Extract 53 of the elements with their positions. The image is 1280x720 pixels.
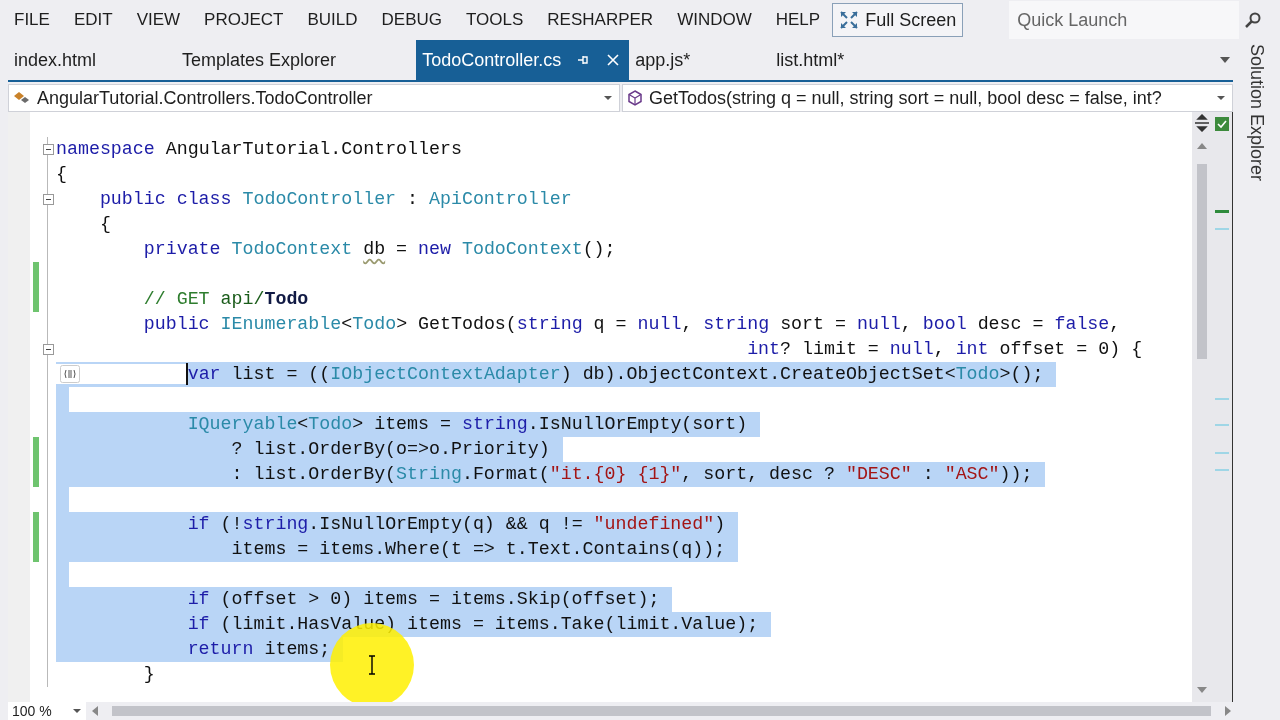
code-line: }: [142, 663, 155, 686]
class-icon: [13, 90, 31, 106]
menu-item[interactable]: TOOLS: [466, 10, 524, 30]
code-line: private TodoContext db = new TodoContext();: [142, 238, 616, 261]
code-line: public IEnumerable<Todo> GetTodos(string q = null, string sort = null, bool desc = false,: [142, 313, 1121, 336]
code-line: {: [56, 163, 67, 186]
scrollbar-thumb[interactable]: [112, 706, 1211, 716]
document-tab[interactable]: TodoController.cs: [416, 40, 630, 80]
menu-item[interactable]: PROJECT: [204, 10, 284, 30]
document-tab[interactable]: index.html: [8, 40, 177, 80]
pin-icon[interactable]: [577, 54, 590, 66]
menu-item[interactable]: WINDOW: [677, 10, 752, 30]
dropdown-arrow-icon[interactable]: [72, 708, 82, 714]
quick-action-icon[interactable]: [60, 365, 80, 383]
split-icon[interactable]: [1193, 114, 1211, 132]
menu-item[interactable]: BUILD: [307, 10, 358, 30]
document-tab[interactable]: Templates Explorer: [176, 40, 417, 80]
quick-launch-field[interactable]: Quick Launch: [1009, 1, 1240, 39]
check-icon: [1215, 117, 1229, 131]
tab-list-dropdown-icon[interactable]: [1219, 56, 1231, 64]
scroll-left-icon[interactable]: [90, 705, 100, 717]
collapse-icon[interactable]: [42, 344, 54, 355]
ibeam-cursor-icon: [368, 655, 376, 675]
menu-item[interactable]: FILE: [14, 10, 50, 30]
zoom-dropdown[interactable]: 100 %: [8, 702, 86, 720]
scroll-up-icon[interactable]: [1196, 142, 1208, 150]
full-screen-icon: [839, 10, 860, 30]
code-line: int? limit = null, int offset = 0) {: [746, 338, 1143, 361]
scroll-down-icon[interactable]: [1196, 686, 1208, 694]
code-line: public class TodoController : ApiController: [98, 188, 572, 211]
dropdown-arrow-icon[interactable]: [603, 95, 613, 101]
collapse-icon[interactable]: [42, 194, 54, 205]
code-line: // GET api/Todo: [142, 288, 309, 311]
document-tab[interactable]: app.js*: [629, 40, 771, 80]
scroll-right-icon[interactable]: [1223, 705, 1233, 717]
menu-item[interactable]: RESHARPER: [547, 10, 654, 30]
document-tab[interactable]: list.html*: [770, 40, 925, 80]
type-dropdown[interactable]: AngularTutorial.Controllers.TodoController: [8, 84, 620, 112]
code-line: namespace AngularTutorial.Controllers: [56, 138, 462, 161]
full-screen-button[interactable]: Full Screen: [832, 3, 964, 37]
panel-tab[interactable]: Solution Explorer: [1246, 44, 1267, 182]
menu-item[interactable]: VIEW: [136, 10, 181, 30]
scrollbar-thumb[interactable]: [1197, 164, 1207, 359]
code-line: {: [98, 213, 111, 236]
menu-item[interactable]: EDIT: [73, 10, 113, 30]
close-icon[interactable]: [607, 54, 620, 66]
search-icon[interactable]: [1245, 12, 1262, 28]
menu-item[interactable]: HELP: [775, 10, 821, 30]
method-icon: [627, 90, 643, 106]
collapse-icon[interactable]: [42, 144, 54, 155]
menu-item[interactable]: DEBUG: [381, 10, 442, 30]
member-dropdown[interactable]: GetTodos(string q = null, string sort = null, bool desc = false, int?: [622, 84, 1233, 112]
dropdown-arrow-icon[interactable]: [1216, 95, 1226, 101]
